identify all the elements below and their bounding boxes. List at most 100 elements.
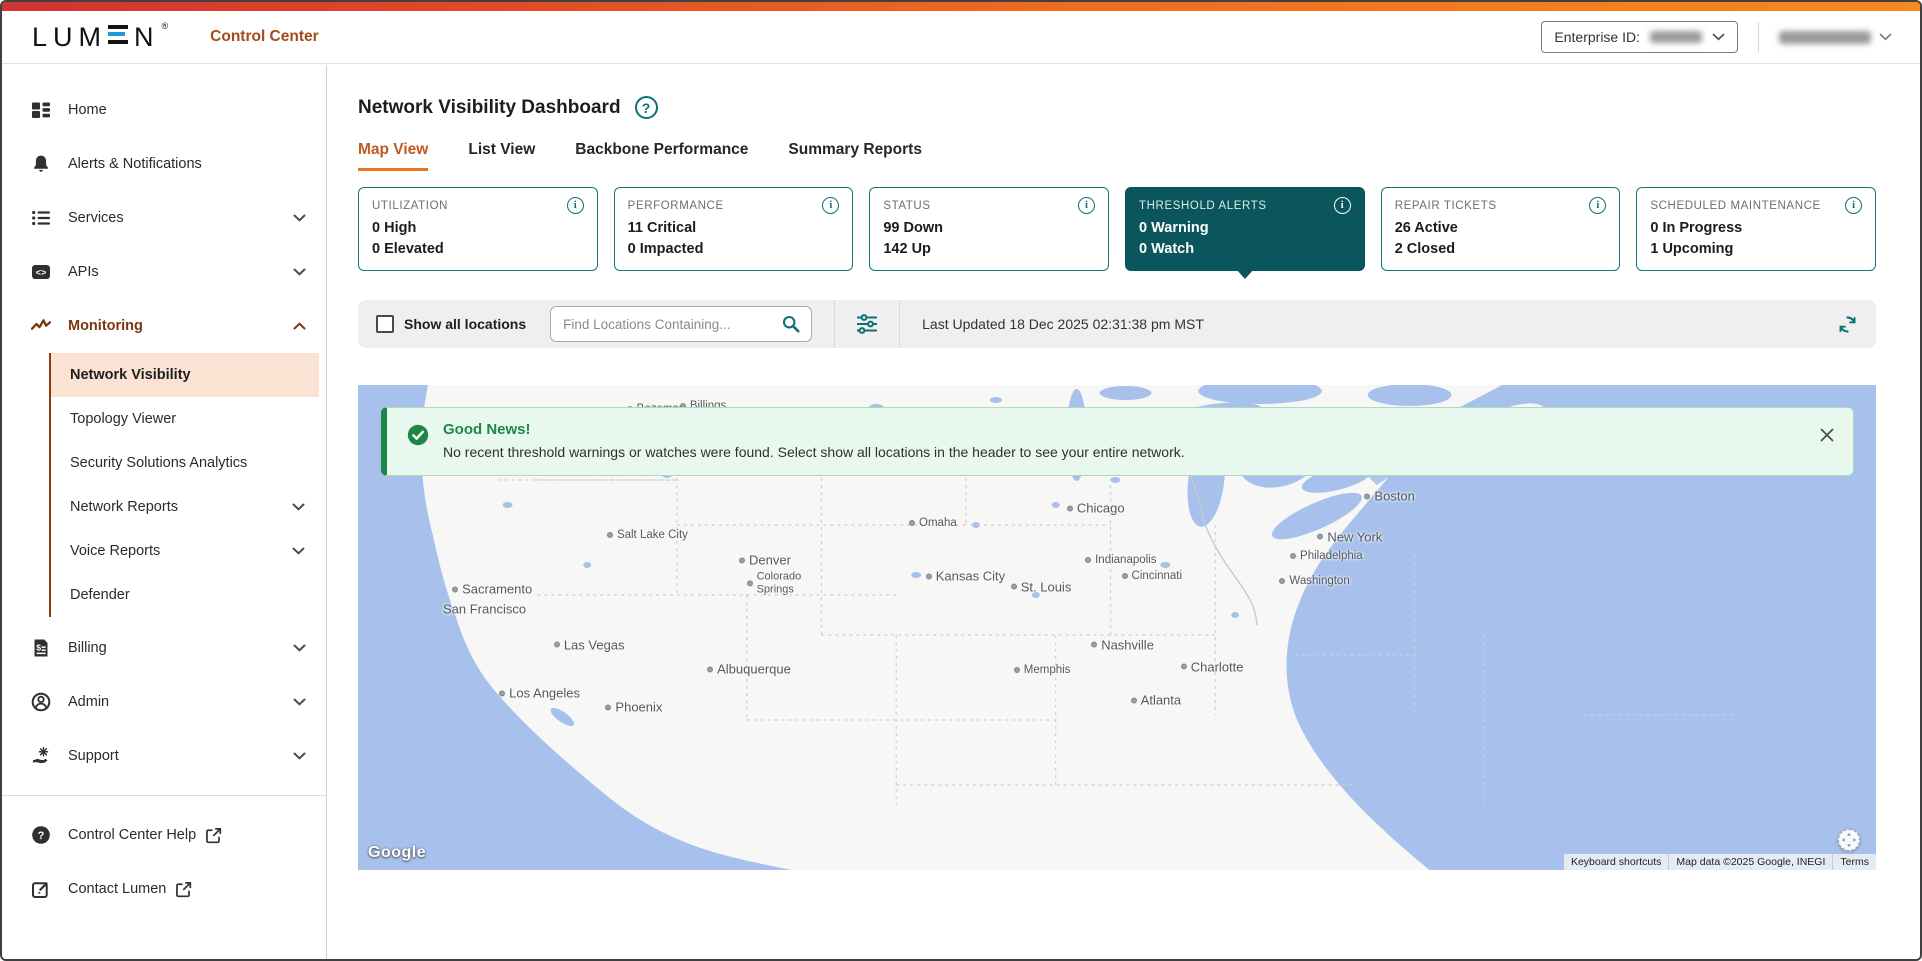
- view-tabs: Map View List View Backbone Performance …: [358, 141, 1876, 171]
- chevron-down-icon: [293, 214, 306, 222]
- svg-text:$: $: [36, 643, 41, 653]
- map-city-label: Colorado Springs: [747, 570, 819, 595]
- location-search: [550, 306, 812, 342]
- admin-person-icon: [30, 692, 51, 713]
- sidebar-item-billing[interactable]: $ Billing: [2, 621, 326, 675]
- map-city-label: Boston: [1364, 489, 1414, 504]
- map-attribution: Keyboard shortcuts Map data ©2025 Google…: [1564, 854, 1876, 870]
- checkbox[interactable]: [376, 315, 394, 333]
- info-icon[interactable]: i: [822, 197, 839, 214]
- stat-card-repair-tickets[interactable]: REPAIR TICKETSi 26 Active 2 Closed: [1381, 187, 1621, 271]
- filter-bar-divider: [899, 300, 900, 348]
- chevron-down-icon: [293, 698, 306, 706]
- contact-pencil-icon: [30, 879, 51, 900]
- bell-icon: [30, 154, 51, 175]
- filter-bar-divider: [834, 300, 835, 348]
- google-logo[interactable]: Google: [368, 844, 426, 862]
- sidebar-item-admin[interactable]: Admin: [2, 675, 326, 729]
- sidebar-item-label: Alerts & Notifications: [68, 156, 202, 172]
- stat-card-threshold-alerts[interactable]: THRESHOLD ALERTSi 0 Warning 0 Watch: [1125, 187, 1365, 271]
- sidebar-item-alerts-notifications[interactable]: Alerts & Notifications: [2, 137, 326, 191]
- map-city-label: Kansas City: [926, 569, 1005, 584]
- stat-card-scheduled-maintenance[interactable]: SCHEDULED MAINTENANCEi 0 In Progress 1 U…: [1636, 187, 1876, 271]
- map-city-label: Philadelphia: [1290, 550, 1363, 562]
- sidebar-item-apis[interactable]: <> APIs: [2, 245, 326, 299]
- sidebar-subitem-topology-viewer[interactable]: Topology Viewer: [51, 397, 319, 441]
- tab-map-view[interactable]: Map View: [358, 141, 428, 171]
- map-city-label: Atlanta: [1131, 693, 1181, 708]
- info-icon[interactable]: i: [1845, 197, 1862, 214]
- info-icon[interactable]: i: [567, 197, 584, 214]
- filter-sliders-icon[interactable]: [855, 312, 879, 336]
- registered-mark: ®: [162, 22, 169, 31]
- dashboard-icon: [30, 100, 51, 121]
- sidebar-item-monitoring[interactable]: Monitoring: [2, 299, 326, 353]
- chevron-down-icon: [292, 547, 305, 555]
- billing-icon: $: [30, 638, 51, 659]
- chevron-down-icon: [293, 752, 306, 760]
- tab-backbone-performance[interactable]: Backbone Performance: [575, 141, 748, 171]
- map-city-label: Los Angeles: [499, 686, 580, 701]
- user-menu-dropdown[interactable]: [1779, 31, 1892, 44]
- chevron-down-icon: [1712, 33, 1725, 41]
- sidebar-divider: [2, 795, 326, 796]
- chevron-down-icon: [293, 268, 306, 276]
- sidebar-item-home[interactable]: Home: [2, 83, 326, 137]
- pulse-icon: [30, 316, 51, 337]
- refresh-icon[interactable]: [1837, 314, 1858, 335]
- help-icon: ?: [30, 825, 51, 846]
- good-news-banner: Good News! No recent threshold warnings …: [381, 407, 1854, 476]
- enterprise-id-value-redacted: [1650, 31, 1702, 43]
- keyboard-shortcuts-link[interactable]: Keyboard shortcuts: [1564, 854, 1668, 870]
- map-city-label: Cincinnati: [1122, 570, 1183, 582]
- tab-list-view[interactable]: List View: [468, 141, 535, 171]
- sidebar-item-support[interactable]: Support: [2, 729, 326, 783]
- info-icon[interactable]: i: [1589, 197, 1606, 214]
- svg-text:?: ?: [37, 830, 44, 842]
- pan-control-icon[interactable]: [1838, 829, 1860, 851]
- map-data-text: Map data ©2025 Google, INEGI: [1668, 854, 1832, 870]
- show-all-locations-toggle[interactable]: Show all locations: [376, 315, 526, 333]
- sidebar-item-label: Services: [68, 210, 124, 226]
- map-filter-bar: Show all locations Last Updated 18 Dec 2…: [358, 300, 1876, 348]
- sidebar-item-control-center-help[interactable]: ? Control Center Help: [2, 808, 326, 862]
- map-city-label: Salt Lake City: [607, 529, 688, 541]
- map-city-label: New York: [1317, 529, 1382, 544]
- chevron-up-icon: [293, 322, 306, 330]
- sidebar-subitem-security-solutions-analytics[interactable]: Security Solutions Analytics: [51, 441, 319, 485]
- info-icon[interactable]: i: [1334, 197, 1351, 214]
- sidebar-subitem-network-reports[interactable]: Network Reports: [51, 485, 319, 529]
- terms-link[interactable]: Terms: [1832, 854, 1876, 870]
- map-city-label: St. Louis: [1011, 579, 1072, 594]
- map-city-label: Chicago: [1067, 501, 1125, 516]
- help-circle-icon[interactable]: ?: [635, 96, 658, 119]
- map-city-label: Phoenix: [605, 700, 662, 715]
- location-search-input[interactable]: [563, 317, 781, 332]
- sidebar-item-label: Control Center Help: [68, 827, 196, 843]
- sidebar-item-contact-lumen[interactable]: Contact Lumen: [2, 862, 326, 916]
- stat-card-performance[interactable]: PERFORMANCEi 11 Critical 0 Impacted: [614, 187, 854, 271]
- info-icon[interactable]: i: [1078, 197, 1095, 214]
- check-circle-icon: [407, 424, 429, 460]
- sidebar-item-label: Support: [68, 748, 119, 764]
- chevron-down-icon: [1879, 33, 1892, 41]
- sidebar-subitem-defender[interactable]: Defender: [51, 573, 319, 617]
- banner-message: No recent threshold warnings or watches …: [443, 444, 1185, 460]
- lumen-logo[interactable]: LUMN®: [32, 24, 168, 51]
- external-link-icon: [175, 881, 192, 898]
- main-content: Network Visibility Dashboard ? Map View …: [328, 65, 1920, 959]
- enterprise-id-dropdown[interactable]: Enterprise ID:: [1541, 21, 1738, 53]
- tab-summary-reports[interactable]: Summary Reports: [788, 141, 922, 171]
- network-map[interactable]: PortlandBozemanBillingsMinneapolisOttawa…: [358, 385, 1876, 870]
- svg-text:<>: <>: [35, 269, 46, 279]
- chevron-down-icon: [293, 644, 306, 652]
- close-icon[interactable]: [1819, 427, 1835, 443]
- sidebar-subitem-voice-reports[interactable]: Voice Reports: [51, 529, 319, 573]
- product-name: Control Center: [210, 28, 319, 46]
- sidebar-item-services[interactable]: Services: [2, 191, 326, 245]
- stat-card-utilization[interactable]: UTILIZATIONi 0 High 0 Elevated: [358, 187, 598, 271]
- search-icon[interactable]: [781, 314, 801, 334]
- sidebar-subitem-network-visibility[interactable]: Network Visibility: [51, 353, 319, 397]
- chevron-down-icon: [292, 503, 305, 511]
- stat-card-status[interactable]: STATUSi 99 Down 142 Up: [869, 187, 1109, 271]
